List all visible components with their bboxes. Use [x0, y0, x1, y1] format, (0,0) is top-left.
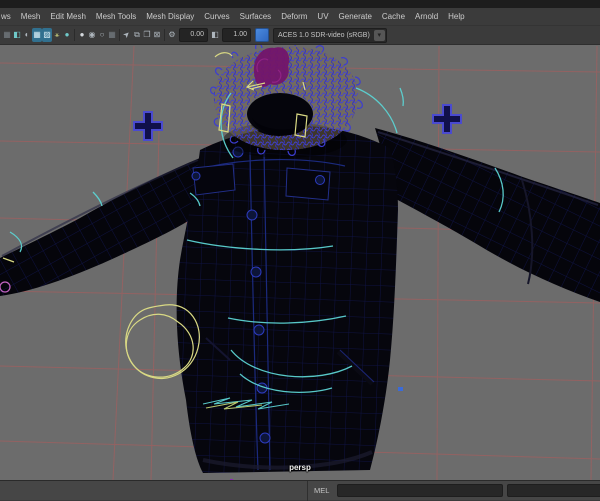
menu-item-mesh-display[interactable]: Mesh Display — [141, 12, 199, 21]
viewport-toolbar: ▦ ◧ ◐ ▦ ▨ ⚹ ● ● ◉ ○ ▦ ➤ ⧉ ❐ ⊠ ⚙ 0.00 ◧ 1… — [0, 26, 600, 45]
window-top-strip — [0, 0, 600, 8]
crossed-square-icon[interactable]: ⊠ — [152, 28, 162, 42]
color-management-icon[interactable] — [255, 28, 269, 42]
toolbar-separator — [164, 29, 165, 41]
status-bar-divider — [307, 481, 308, 501]
material-override-icon[interactable]: ◉ — [87, 28, 97, 42]
menu-item-windows-partial[interactable]: ws — [0, 12, 16, 21]
menu-item-uv[interactable]: UV — [312, 12, 333, 21]
shaded-sphere-icon[interactable]: ◐ — [22, 28, 32, 42]
film-gate-icon[interactable]: ◧ — [12, 28, 22, 42]
grid-toggle-icon[interactable]: ▦ — [2, 28, 12, 42]
menu-item-mesh-tools[interactable]: Mesh Tools — [91, 12, 141, 21]
command-result[interactable] — [507, 484, 600, 497]
wireframe-on-shaded-icon[interactable]: ▦ — [32, 28, 42, 42]
isolate-select-icon[interactable]: ○ — [97, 28, 107, 42]
viewport-panel[interactable]: persp — [0, 45, 600, 480]
default-material-icon[interactable]: ● — [77, 28, 87, 42]
menu-item-surfaces[interactable]: Surfaces — [235, 12, 277, 21]
fur-hood[interactable] — [210, 45, 363, 158]
menu-bar: ws Mesh Edit Mesh Mesh Tools Mesh Displa… — [0, 8, 600, 26]
menu-item-mesh[interactable]: Mesh — [16, 12, 46, 21]
command-line-bar: MEL — [0, 480, 600, 501]
smooth-shade-icon[interactable]: ● — [62, 28, 72, 42]
viewport-canvas[interactable] — [0, 45, 600, 480]
exposure-field[interactable]: 0.00 — [179, 28, 208, 42]
jacket-model[interactable] — [0, 45, 600, 473]
mel-language-toggle[interactable]: MEL — [314, 486, 329, 495]
gamma-field[interactable]: 1.00 — [222, 28, 251, 42]
exposure-toggle-icon[interactable]: ◧ — [210, 28, 220, 42]
menu-item-generate[interactable]: Generate — [334, 12, 377, 21]
menu-item-cache[interactable]: Cache — [377, 12, 410, 21]
gear-icon[interactable]: ⚙ — [167, 28, 177, 42]
menu-item-deform[interactable]: Deform — [276, 12, 312, 21]
command-input[interactable] — [337, 484, 503, 497]
chevron-down-icon: ▾ — [373, 29, 385, 41]
view-transform-label: ACES 1.0 SDR-video (sRGB) — [278, 31, 370, 39]
lighting-icon[interactable]: ⚹ — [52, 28, 62, 42]
menu-item-help[interactable]: Help — [443, 12, 469, 21]
view-transform-dropdown[interactable]: ACES 1.0 SDR-video (sRGB) ▾ — [273, 27, 387, 43]
menu-item-curves[interactable]: Curves — [199, 12, 234, 21]
folded-square-icon[interactable]: ❐ — [142, 28, 152, 42]
menu-item-edit-mesh[interactable]: Edit Mesh — [45, 12, 91, 21]
xray-icon[interactable]: ▦ — [107, 28, 117, 42]
textured-display-icon[interactable]: ▨ — [42, 28, 52, 42]
toolbar-separator — [74, 29, 75, 41]
menu-item-arnold[interactable]: Arnold — [410, 12, 443, 21]
